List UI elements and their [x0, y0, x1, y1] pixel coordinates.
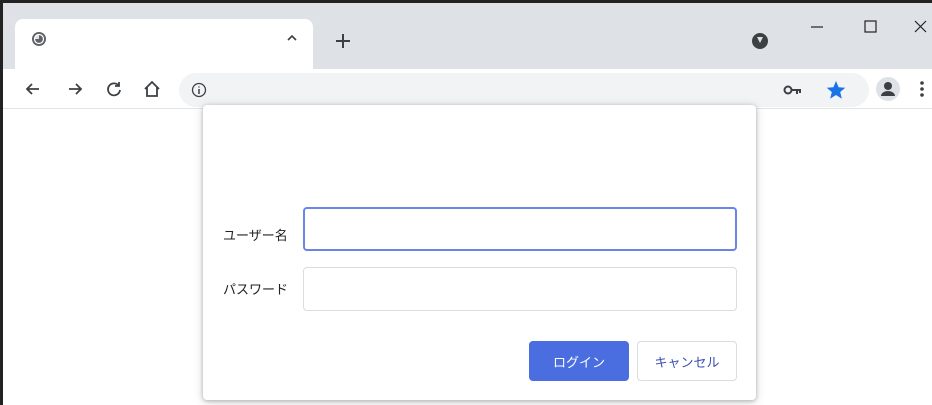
minimize-icon[interactable] [794, 15, 840, 45]
cancel-button[interactable]: キャンセル [637, 341, 737, 381]
login-button[interactable]: ログイン [529, 341, 629, 381]
login-dialog: ユーザー名 パスワード ログイン キャンセル [203, 105, 756, 400]
profile-avatar[interactable] [876, 77, 900, 101]
bookmark-star-icon[interactable] [825, 79, 847, 101]
username-label: ユーザー名 [223, 229, 288, 244]
person-icon [881, 82, 895, 96]
forward-arrow-icon[interactable] [65, 79, 85, 99]
password-label: パスワード [223, 283, 289, 298]
tab-strip [3, 3, 932, 69]
browser-toolbar [3, 69, 932, 109]
browser-window: ユーザー名 パスワード ログイン キャンセル [0, 0, 932, 405]
username-input[interactable] [303, 207, 737, 251]
info-icon[interactable] [191, 82, 207, 98]
new-tab-plus-icon[interactable] [333, 31, 353, 51]
key-icon[interactable] [783, 84, 803, 96]
browser-tab[interactable] [15, 19, 313, 69]
password-input[interactable] [303, 267, 737, 311]
home-icon[interactable] [142, 79, 162, 99]
tab-search-icon[interactable] [752, 33, 768, 49]
maximize-icon[interactable] [848, 15, 894, 45]
back-arrow-icon[interactable] [23, 79, 43, 99]
more-vert-icon[interactable] [918, 79, 926, 99]
chevron-up-icon[interactable] [285, 31, 299, 45]
address-bar[interactable] [179, 73, 869, 107]
globe-icon [32, 32, 46, 46]
dialog-title [229, 125, 709, 165]
reload-icon[interactable] [104, 79, 124, 99]
close-window-icon[interactable] [898, 15, 932, 45]
